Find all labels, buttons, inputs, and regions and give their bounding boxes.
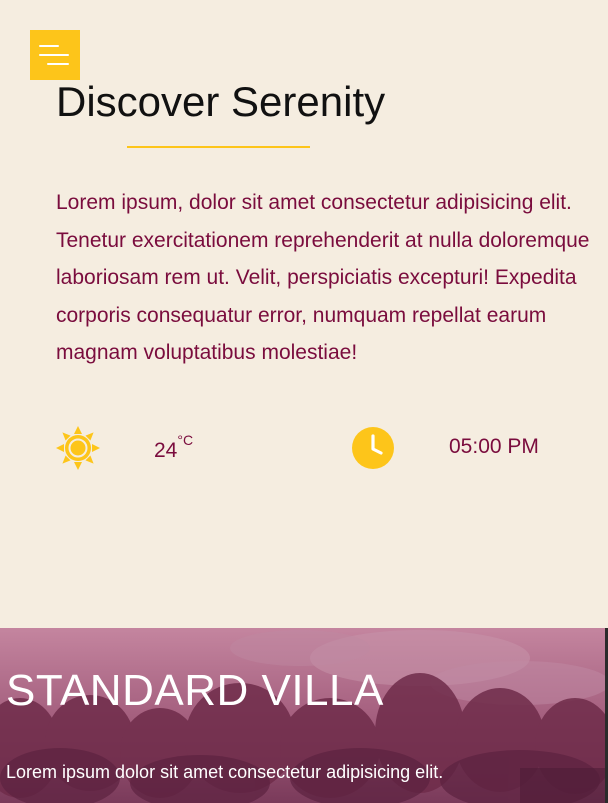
description-line: magnam voluptatibus molestiae! — [56, 341, 358, 364]
hero-description: Lorem ipsum, dolor sit amet consectetur … — [56, 184, 608, 372]
page: Discover Serenity Lorem ipsum, dolor sit… — [0, 0, 608, 803]
temperature-unit: °C — [177, 432, 194, 448]
description-line: Lorem ipsum, dolor sit amet consectetur … — [56, 191, 572, 214]
villa-description: Lorem ipsum dolor sit amet consectetur a… — [6, 762, 444, 782]
clock-icon — [352, 427, 394, 469]
villa-title: STANDARD VILLA — [6, 666, 384, 715]
menu-button[interactable] — [30, 30, 80, 80]
temperature: 24°C — [154, 432, 193, 463]
description-line: corporis consequatur error, numquam repe… — [56, 303, 547, 327]
hamburger-menu-icon — [39, 45, 59, 47]
page-title: Discover Serenity — [56, 78, 386, 125]
temperature-value: 24 — [154, 439, 178, 462]
description-line: laboriosam rem ut. Velit, perspiciatis e… — [56, 266, 577, 289]
description-line: Tenetur exercitationem reprehenderit at … — [56, 228, 590, 252]
title-underline — [127, 146, 310, 148]
time-value: 05:00 PM — [449, 435, 539, 458]
sun-icon — [56, 426, 100, 470]
menu-icon-bar — [39, 54, 69, 56]
menu-icon-bar — [47, 63, 69, 65]
standard-villa-card[interactable]: STANDARD VILLA Lorem ipsum dolor sit ame… — [0, 628, 605, 803]
